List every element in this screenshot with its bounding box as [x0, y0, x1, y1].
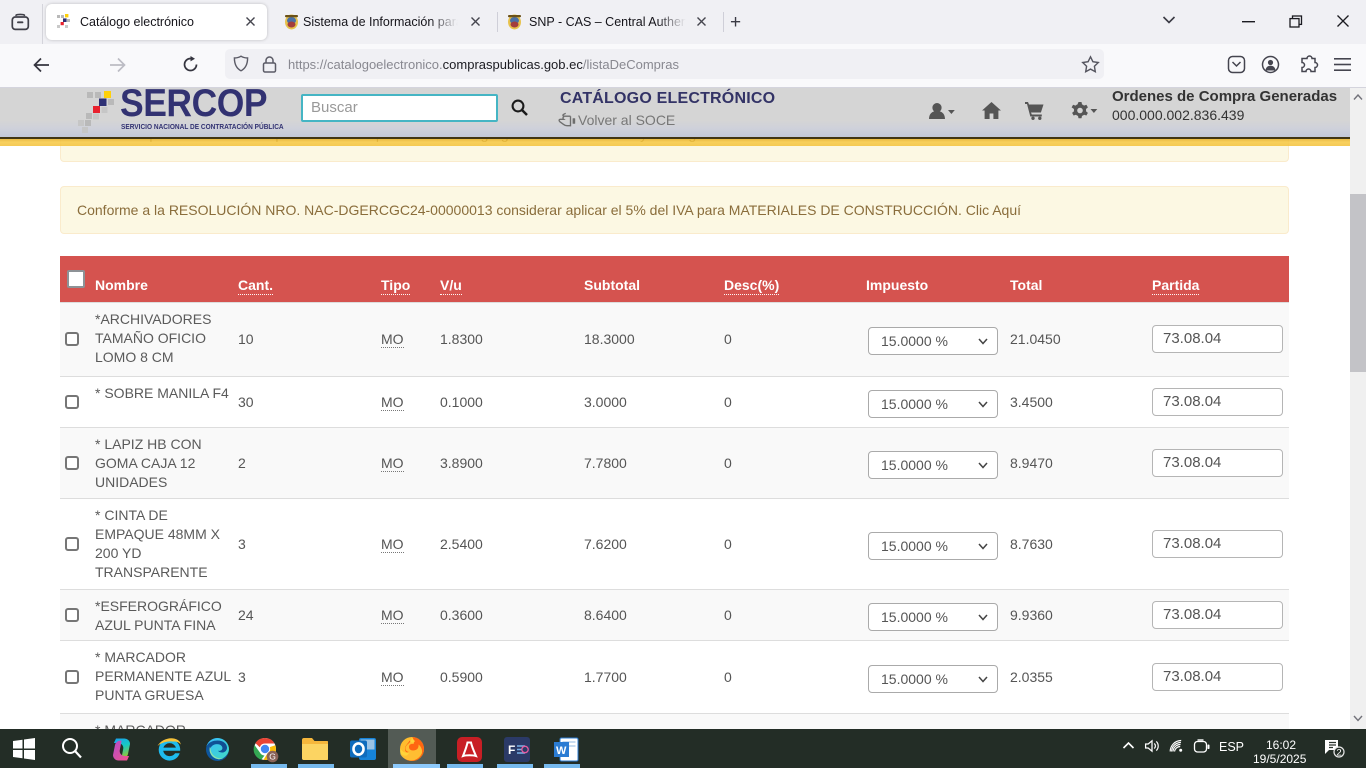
- svg-text:2: 2: [1336, 748, 1341, 759]
- svg-text:W: W: [556, 745, 567, 757]
- svg-text:F: F: [508, 743, 515, 757]
- svg-text:G: G: [269, 752, 276, 762]
